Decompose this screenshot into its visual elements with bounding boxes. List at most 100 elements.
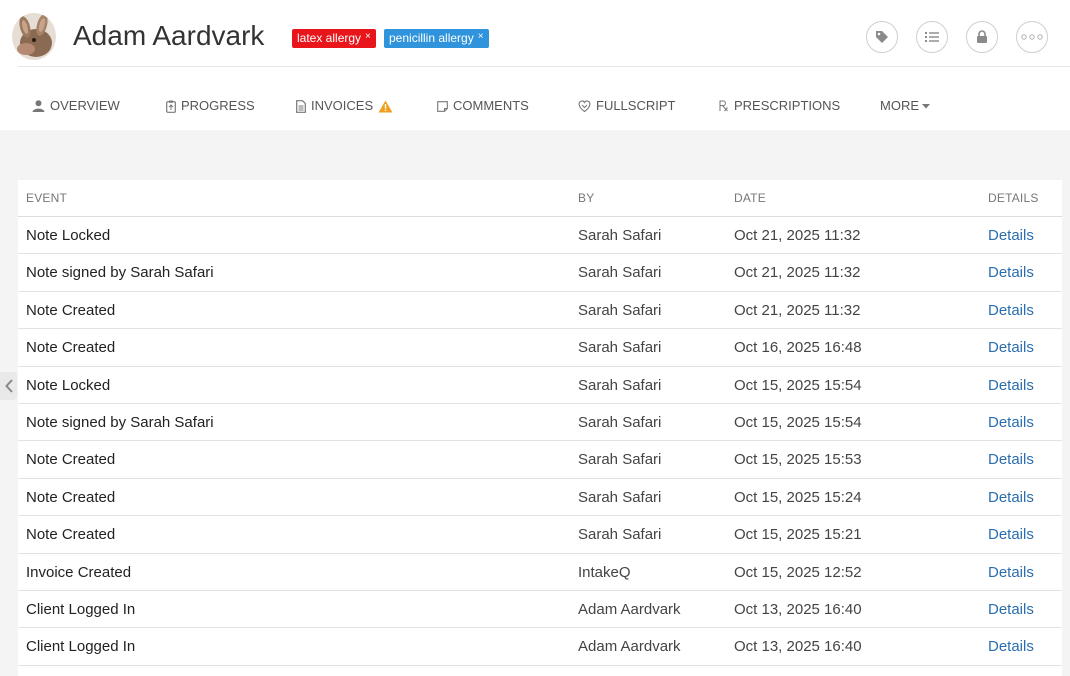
column-header-by: BY: [578, 191, 595, 205]
user-icon: [32, 100, 45, 112]
date-cell: Oct 15, 2025 15:54: [734, 376, 862, 394]
details-link[interactable]: Details: [988, 302, 1034, 320]
tab-invoices[interactable]: INVOICES: [296, 98, 393, 114]
tab-prescriptions[interactable]: PRESCRIPTIONS: [719, 98, 840, 114]
by-cell: Sarah Safari: [578, 376, 662, 394]
event-cell: Note Locked: [26, 227, 111, 244]
table-row: Note Locked Sarah Safari Oct 15, 2025 15:5…: [18, 367, 1062, 404]
more-dots-icon: [1021, 34, 1043, 40]
table-row: Note Created Sarah Safari Oct 15, 2025 15:…: [18, 441, 1062, 479]
event-cell: Note Locked: [26, 376, 111, 394]
more-options-button[interactable]: [1016, 21, 1048, 53]
details-link[interactable]: Details: [988, 564, 1034, 582]
date-cell: Oct 21, 2025 11:32: [734, 264, 861, 282]
caret-down-icon: [922, 103, 930, 108]
table-row: Note Created Sarah Safari Oct 15, 2025 15:…: [18, 479, 1062, 517]
table-row: Invoice Created IntakeQ Oct 15, 2025 12:52…: [18, 554, 1062, 591]
tag-button[interactable]: [866, 21, 898, 53]
by-cell: Sarah Safari: [578, 339, 662, 357]
table-row: Note signed by Sarah Safari Sarah Safari O…: [18, 404, 1062, 442]
tag-label: penicillin allergy: [389, 31, 474, 45]
tag-icon: [876, 31, 888, 43]
tab-label: INVOICES: [311, 98, 374, 113]
date-cell: Oct 21, 2025 11:32: [734, 301, 861, 319]
tag-penicillin-allergy[interactable]: penicillin allergy ×: [384, 29, 489, 48]
by-cell: Sarah Safari: [578, 488, 662, 506]
client-header: Adam Aardvark latex allergy × penicillin …: [0, 0, 1070, 67]
by-cell: Sarah Safari: [578, 264, 662, 282]
details-link[interactable]: Details: [988, 489, 1034, 507]
date-cell: Oct 15, 2025 15:21: [734, 526, 862, 544]
tag-label: latex allergy: [297, 31, 362, 45]
by-cell: Sarah Safari: [578, 451, 662, 469]
details-link[interactable]: Details: [988, 451, 1034, 469]
by-cell: Adam Aardvark: [578, 600, 681, 618]
tab-more[interactable]: MORE: [880, 98, 930, 114]
date-cell: Oct 13, 2025 16:40: [734, 600, 862, 618]
table-row: Note signed by Sarah Safari Sarah Safari O…: [18, 254, 1062, 292]
tab-label: OVERVIEW: [50, 98, 120, 113]
event-cell: Client Logged In: [26, 600, 136, 618]
document-icon: [296, 99, 306, 113]
lock-button[interactable]: [966, 21, 998, 53]
collapse-sidebar-button[interactable]: [0, 372, 17, 400]
warning-icon: [378, 100, 393, 112]
by-cell: IntakeQ: [578, 563, 631, 581]
tab-overview[interactable]: OVERVIEW: [32, 98, 120, 114]
checklist-button[interactable]: [916, 21, 948, 53]
comment-icon: [437, 100, 448, 112]
table-header: EVENT BY DATE DETAILS: [18, 180, 1062, 217]
timeline-table: EVENT BY DATE DETAILS Note Locked Sarah S…: [18, 180, 1062, 676]
by-cell: Sarah Safari: [578, 526, 662, 544]
event-cell: Note Created: [26, 339, 116, 357]
tab-label: PROGRESS: [181, 98, 255, 113]
tab-label: PRESCRIPTIONS: [734, 98, 841, 113]
details-link[interactable]: Details: [988, 339, 1034, 357]
table-row: Note Created Sarah Safari Oct 15, 2025 15:…: [18, 516, 1062, 554]
clipboard-icon: [166, 100, 176, 113]
rx-icon: [719, 100, 728, 112]
column-header-date: DATE: [734, 191, 766, 205]
tab-label: FULLSCRIPT: [596, 98, 676, 113]
tab-progress[interactable]: PROGRESS: [166, 98, 255, 114]
tab-label: COMMENTS: [453, 98, 529, 113]
by-cell: Sarah Safari: [578, 413, 662, 431]
table-row: Note Locked Sarah Safari Oct 21, 2025 11:3…: [18, 217, 1062, 255]
event-cell: Note Created: [26, 301, 116, 319]
details-link[interactable]: Details: [988, 414, 1034, 432]
column-header-details: DETAILS: [988, 191, 1039, 205]
details-link[interactable]: Details: [988, 526, 1034, 544]
date-cell: Oct 15, 2025 15:24: [734, 488, 862, 506]
details-link[interactable]: Details: [988, 264, 1034, 282]
event-cell: Client Logged In: [26, 638, 136, 656]
table-row: Note Created Sarah Safari Oct 16, 2025 16:…: [18, 329, 1062, 367]
by-cell: Sarah Safari: [578, 301, 662, 319]
event-cell: Invoice Created: [26, 563, 132, 581]
table-row: Client Logged In Adam Aardvark Oct 13, 202…: [18, 591, 1062, 629]
chevron-left-icon: [4, 379, 13, 393]
date-cell: Oct 21, 2025 11:32: [734, 227, 861, 244]
details-link[interactable]: Details: [988, 227, 1034, 245]
tab-comments[interactable]: COMMENTS: [437, 98, 529, 114]
lock-icon: [977, 30, 987, 43]
tab-label: MORE: [880, 98, 919, 113]
event-cell: Note Created: [26, 451, 116, 469]
event-cell: Note Created: [26, 526, 116, 544]
table-row: Note Created Sarah Safari Oct 21, 2025 11:…: [18, 292, 1062, 330]
event-cell: Note Created: [26, 488, 116, 506]
details-link[interactable]: Details: [988, 638, 1034, 656]
details-link[interactable]: Details: [988, 601, 1034, 619]
client-name: Adam Aardvark: [73, 20, 265, 51]
tag-latex-allergy[interactable]: latex allergy ×: [292, 29, 376, 48]
date-cell: Oct 15, 2025 15:54: [734, 413, 862, 431]
details-link[interactable]: Details: [988, 377, 1034, 395]
client-nav: OVERVIEW PROGRESS INVOICES COMMENTS FULL…: [0, 67, 1070, 130]
avatar[interactable]: [12, 13, 56, 60]
tab-fullscript[interactable]: FULLSCRIPT: [578, 98, 675, 114]
tag-remove-button[interactable]: ×: [365, 31, 371, 42]
table-body: Note Locked Sarah Safari Oct 21, 2025 11:3…: [18, 217, 1062, 666]
event-cell: Note signed by Sarah Safari: [26, 413, 214, 431]
table-row: Client Logged In Adam Aardvark Oct 13, 202…: [18, 628, 1062, 666]
event-cell: Note signed by Sarah Safari: [26, 264, 214, 282]
tag-remove-button[interactable]: ×: [478, 31, 484, 42]
